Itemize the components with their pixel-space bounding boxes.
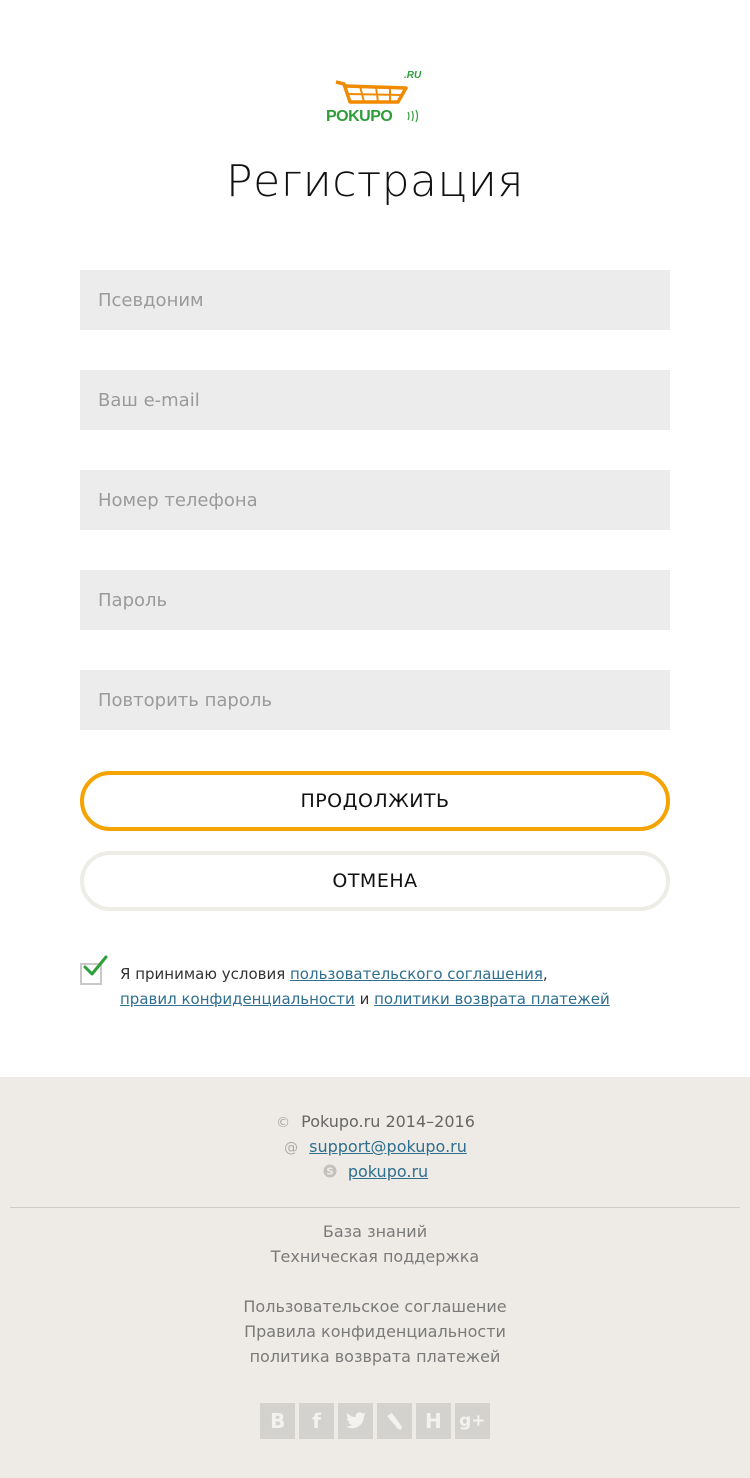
nickname-input[interactable]	[80, 270, 670, 330]
skype-icon: S	[322, 1161, 338, 1186]
vk-glyph: В	[270, 1409, 286, 1433]
footer-user-agreement-link[interactable]: Пользовательское соглашение	[0, 1294, 750, 1319]
agreement-comma: ,	[542, 965, 548, 983]
livejournal-icon[interactable]	[376, 1403, 413, 1439]
continue-button[interactable]: ПРОДОЛЖИТЬ	[80, 771, 670, 831]
footer-divider	[10, 1207, 740, 1208]
phone-input[interactable]	[80, 470, 670, 530]
pokupo-logo[interactable]: .RU POKUPO	[320, 66, 430, 126]
copyright-text: Pokupo.ru 2014–2016	[301, 1112, 475, 1131]
refund-policy-link[interactable]: политики возврата платежей	[374, 990, 610, 1008]
google-plus-icon[interactable]: g+	[454, 1403, 491, 1439]
footer-copyright: © Pokupo.ru 2014–2016	[0, 1109, 750, 1136]
copyright-icon: ©	[276, 1115, 291, 1131]
cancel-button[interactable]: ОТМЕНА	[80, 851, 670, 911]
agreement-prefix: Я принимаю условия	[120, 965, 290, 983]
agreement-text: Я принимаю условия пользовательского сог…	[120, 962, 680, 1012]
support-email-link[interactable]: support@pokupo.ru	[309, 1137, 467, 1156]
email-input[interactable]	[80, 370, 670, 430]
continue-button-label: ПРОДОЛЖИТЬ	[300, 790, 450, 812]
vk-icon[interactable]: В	[260, 1403, 296, 1439]
twitter-icon[interactable]	[337, 1403, 374, 1439]
agreement-and: и	[354, 990, 375, 1008]
social-links: В f H g+	[260, 1403, 491, 1439]
footer-skype: S pokupo.ru	[0, 1159, 750, 1186]
footer-email: @ support@pokupo.ru	[0, 1134, 750, 1161]
google-plus-glyph: g+	[459, 1411, 486, 1431]
cancel-button-label: ОТМЕНА	[332, 870, 418, 892]
knowledge-base-link[interactable]: База знаний	[0, 1219, 750, 1244]
facebook-icon[interactable]: f	[298, 1403, 335, 1439]
skype-link[interactable]: pokupo.ru	[348, 1162, 428, 1181]
footer: © Pokupo.ru 2014–2016 @ support@pokupo.ru …	[0, 1077, 750, 1478]
footer-privacy-link[interactable]: Правила конфиденциальности	[0, 1319, 750, 1344]
footer-links-group2: Пользовательское соглашение Правила конф…	[0, 1294, 750, 1369]
footer-links-group1: База знаний Техническая поддержка	[0, 1219, 750, 1269]
user-agreement-link[interactable]: пользовательского соглашения	[290, 965, 543, 983]
password-input[interactable]	[80, 570, 670, 630]
at-icon: @	[284, 1140, 299, 1156]
habr-glyph: H	[425, 1409, 442, 1433]
tech-support-link[interactable]: Техническая поддержка	[0, 1244, 750, 1269]
privacy-link[interactable]: правил конфиденциальности	[120, 990, 355, 1008]
checkmark-icon	[83, 955, 108, 976]
password-repeat-input[interactable]	[80, 670, 670, 730]
svg-text:S: S	[326, 1167, 333, 1178]
page-title: Регистрация	[226, 156, 524, 207]
habr-icon[interactable]: H	[415, 1403, 452, 1439]
facebook-glyph: f	[312, 1409, 321, 1433]
footer-refund-link[interactable]: политика возврата платежей	[0, 1344, 750, 1369]
logo-domain: .RU	[404, 70, 422, 81]
logo-brand: POKUPO	[326, 108, 392, 125]
